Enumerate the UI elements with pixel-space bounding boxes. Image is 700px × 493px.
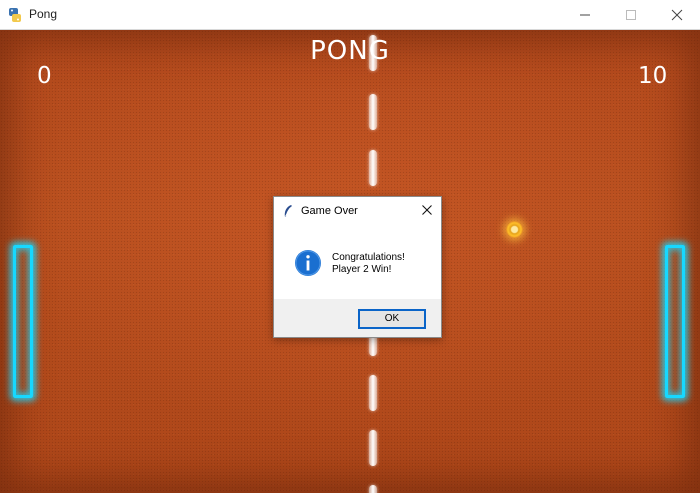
message-line-1: Congratulations! bbox=[332, 252, 405, 263]
center-line-dash bbox=[369, 485, 377, 493]
center-line-dash bbox=[369, 375, 377, 411]
player2-score: 10 bbox=[638, 63, 668, 89]
maximize-icon bbox=[626, 10, 636, 20]
center-line-dash bbox=[369, 430, 377, 466]
minimize-button[interactable] bbox=[562, 0, 608, 30]
left-paddle bbox=[13, 245, 33, 398]
python-icon bbox=[7, 7, 23, 23]
feather-icon bbox=[282, 204, 294, 223]
ball bbox=[506, 221, 523, 238]
player1-score: 0 bbox=[37, 63, 52, 89]
center-line-dash bbox=[369, 150, 377, 186]
window-title: Pong bbox=[29, 7, 58, 21]
ok-button[interactable]: OK bbox=[358, 309, 426, 329]
minimize-icon bbox=[580, 14, 590, 16]
dialog-message: Congratulations! Player 2 Win! bbox=[332, 252, 405, 276]
game-title: PONG bbox=[310, 36, 390, 66]
right-paddle bbox=[665, 245, 685, 398]
message-line-2: Player 2 Win! bbox=[332, 264, 392, 275]
close-button[interactable] bbox=[654, 0, 700, 30]
center-line-dash bbox=[369, 94, 377, 130]
window-titlebar: Pong bbox=[0, 0, 700, 30]
game-over-dialog: Game Over Congratulations! Player 2 Win!… bbox=[273, 196, 442, 338]
maximize-button[interactable] bbox=[608, 0, 654, 30]
close-icon bbox=[422, 205, 432, 215]
dialog-footer: OK bbox=[274, 299, 441, 337]
info-icon bbox=[294, 249, 322, 282]
dialog-title: Game Over bbox=[301, 205, 358, 217]
close-icon bbox=[671, 9, 683, 21]
dialog-close-button[interactable] bbox=[417, 201, 437, 219]
